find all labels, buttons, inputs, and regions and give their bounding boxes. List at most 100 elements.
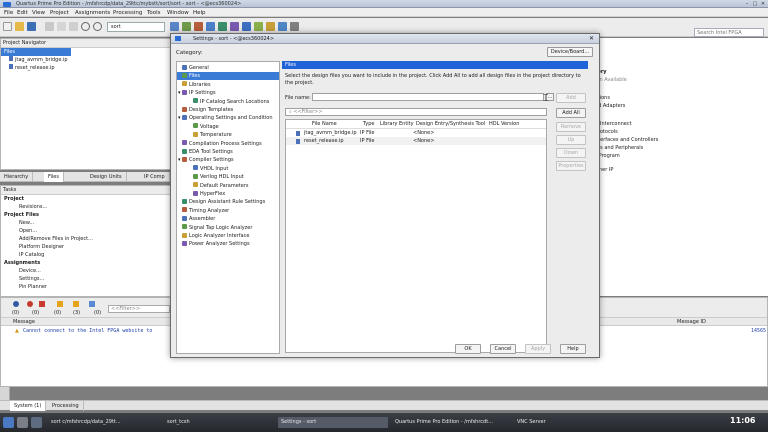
cancel-button[interactable]: Cancel: [490, 344, 516, 354]
apply-button[interactable]: Apply: [525, 344, 551, 354]
start-icon[interactable]: [242, 22, 251, 31]
redo-icon[interactable]: [93, 22, 102, 31]
files-filter-input[interactable]: ⌕ <<Filter>>: [285, 108, 547, 116]
expand-arrow-icon[interactable]: ▾: [178, 156, 181, 164]
category-item[interactable]: Timing Analyzer: [177, 207, 279, 215]
messages-side-tab[interactable]: [0, 387, 10, 400]
col-type[interactable]: Type: [363, 120, 374, 128]
category-item[interactable]: ▾ Compiler Settings: [177, 156, 279, 164]
tab-files[interactable]: Files: [44, 172, 64, 182]
menu-edit[interactable]: Edit: [17, 10, 28, 16]
tab-processing[interactable]: Processing: [48, 401, 84, 411]
nav-file-row[interactable]: reset_release.ip: [1, 64, 171, 72]
up-button[interactable]: Up: [556, 135, 586, 145]
menu-help[interactable]: Help: [193, 10, 206, 16]
tab-ip-components[interactable]: IP Comp: [140, 172, 170, 182]
col-library[interactable]: Library: [380, 120, 397, 128]
category-item[interactable]: EDA Tool Settings: [177, 148, 279, 156]
table-row[interactable]: jtag_avmm_bridge.ip IP File <None>: [286, 129, 546, 137]
category-item[interactable]: Default Parameters: [177, 182, 279, 190]
maximize-icon[interactable]: □: [752, 1, 758, 7]
critical-filter-icon[interactable]: [39, 301, 45, 307]
menu-window[interactable]: Window: [167, 10, 189, 16]
category-item[interactable]: Voltage: [177, 123, 279, 131]
ip-catalog-entry[interactable]: r Program: [591, 152, 768, 160]
ip-catalog-entry[interactable]: nd Adapters: [591, 102, 768, 110]
tab-design-units[interactable]: Design Units: [86, 172, 127, 182]
warning-filter-icon[interactable]: [57, 301, 63, 307]
rtl-viewer-icon[interactable]: [206, 22, 215, 31]
files-folder-row[interactable]: Files: [1, 48, 71, 56]
col-design-entry-tool[interactable]: Design Entry/Synthesis Tool: [416, 120, 485, 128]
files-launcher-icon[interactable]: [31, 417, 42, 428]
cut-icon[interactable]: [45, 22, 54, 31]
nav-file-row[interactable]: jtag_avmm_bridge.ip: [1, 56, 171, 64]
save-icon[interactable]: [27, 22, 36, 31]
category-item[interactable]: General: [177, 64, 279, 72]
ok-button[interactable]: OK: [455, 344, 481, 354]
task-item[interactable]: Device...: [1, 267, 171, 275]
category-item[interactable]: Design Templates: [177, 106, 279, 114]
down-button[interactable]: Down: [556, 148, 586, 158]
ip-catalog-entry[interactable]: rtner IP: [591, 166, 768, 174]
task-item[interactable]: New...: [1, 219, 171, 227]
close-icon[interactable]: ✕: [760, 1, 766, 7]
ip-catalog-entry[interactable]: tory: [591, 68, 768, 76]
tab-hierarchy[interactable]: Hierarchy: [0, 172, 34, 182]
task-item[interactable]: Revisions...: [1, 203, 171, 211]
add-all-button[interactable]: Add All: [556, 108, 586, 118]
category-item[interactable]: Verilog HDL Input: [177, 173, 279, 181]
taskbar-task[interactable]: VNC Server: [514, 417, 614, 428]
tab-system[interactable]: System (1): [10, 401, 47, 411]
menu-assignments[interactable]: Assignments: [75, 10, 110, 16]
col-message-id[interactable]: Message ID: [677, 319, 706, 325]
category-item[interactable]: Logic Analyzer Interface: [177, 232, 279, 240]
revision-combo[interactable]: sort: [107, 22, 165, 32]
minimize-icon[interactable]: –: [744, 1, 750, 7]
category-item[interactable]: VHDL Input: [177, 165, 279, 173]
critical-warning-filter-icon[interactable]: [73, 301, 79, 307]
category-item[interactable]: Compilation Process Settings: [177, 140, 279, 148]
programmer-icon[interactable]: [254, 22, 263, 31]
category-item[interactable]: ▾ Operating Settings and Condition: [177, 114, 279, 122]
expand-arrow-icon[interactable]: ▾: [178, 89, 181, 97]
taskbar-task[interactable]: sort_tcsh: [164, 417, 274, 428]
ip-catalog-entry[interactable]: ctions: [591, 94, 768, 102]
category-item[interactable]: Libraries: [177, 81, 279, 89]
task-item[interactable]: IP Catalog: [1, 251, 171, 259]
menu-file[interactable]: File: [4, 10, 13, 16]
suppressed-filter-icon[interactable]: [89, 301, 95, 307]
col-message[interactable]: Message: [13, 319, 35, 325]
category-item[interactable]: Power Analyzer Settings: [177, 240, 279, 248]
device-board-button[interactable]: Device/Board...: [547, 47, 593, 57]
ip-catalog-entry[interactable]: ars and Peripherals: [591, 144, 768, 152]
properties-button[interactable]: Properties: [556, 161, 586, 171]
stop-icon[interactable]: [194, 22, 203, 31]
terminal-launcher-icon[interactable]: [17, 417, 28, 428]
paste-icon[interactable]: [69, 22, 78, 31]
compile-icon[interactable]: [170, 22, 179, 31]
open-folder-icon[interactable]: [15, 22, 24, 31]
help-button[interactable]: Help: [560, 344, 586, 354]
add-button[interactable]: Add: [556, 93, 586, 103]
category-item[interactable]: HyperFlex: [177, 190, 279, 198]
col-file-name[interactable]: File Name: [312, 120, 337, 128]
task-item[interactable]: Platform Designer: [1, 243, 171, 251]
platform-designer-icon[interactable]: [278, 22, 287, 31]
menu-tools[interactable]: Tools: [147, 10, 161, 16]
expand-arrow-icon[interactable]: ▾: [178, 114, 181, 122]
remove-button[interactable]: Remove: [556, 122, 586, 132]
task-item[interactable]: Add/Remove Files in Project...: [1, 235, 171, 243]
menu-project[interactable]: Project: [50, 10, 69, 16]
category-item[interactable]: Design Assistant Rule Settings: [177, 198, 279, 206]
taskbar-task[interactable]: Quartus Prime Pro Edition - /mfshrcdt...: [392, 417, 510, 428]
undo-icon[interactable]: [81, 22, 90, 31]
settings-icon[interactable]: [290, 22, 299, 31]
category-item[interactable]: Assembler: [177, 215, 279, 223]
ip-catalog-entry[interactable]: A Interconnect: [591, 120, 768, 128]
category-item[interactable]: Signal Tap Logic Analyzer: [177, 224, 279, 232]
col-hdl-version[interactable]: HDL Version: [489, 120, 519, 128]
ip-catalog-entry[interactable]: Protocols: [591, 128, 768, 136]
category-item[interactable]: ▾ IP Settings: [177, 89, 279, 97]
taskbar-task[interactable]: Settings - sort: [278, 417, 388, 428]
